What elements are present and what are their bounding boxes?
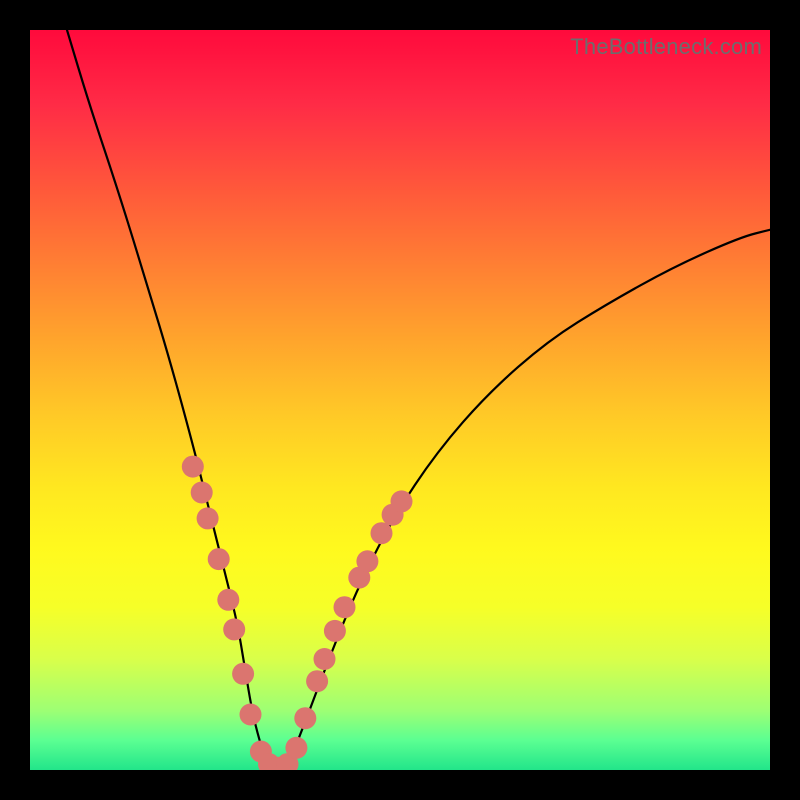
data-marker [232, 663, 254, 685]
data-marker [217, 589, 239, 611]
data-marker [314, 648, 336, 670]
data-marker [391, 490, 413, 512]
chart-svg [30, 30, 770, 770]
data-marker [191, 482, 213, 504]
data-marker [182, 456, 204, 478]
plot-area: TheBottleneck.com [30, 30, 770, 770]
data-marker [334, 596, 356, 618]
data-marker [371, 522, 393, 544]
data-marker [294, 707, 316, 729]
data-marker [285, 737, 307, 759]
chart-frame: TheBottleneck.com [0, 0, 800, 800]
bottleneck-curve [67, 30, 770, 768]
data-marker [223, 618, 245, 640]
data-marker [356, 550, 378, 572]
marker-group [182, 456, 413, 770]
data-marker [324, 620, 346, 642]
data-marker [197, 507, 219, 529]
data-marker [208, 548, 230, 570]
data-marker [306, 670, 328, 692]
data-marker [240, 704, 262, 726]
